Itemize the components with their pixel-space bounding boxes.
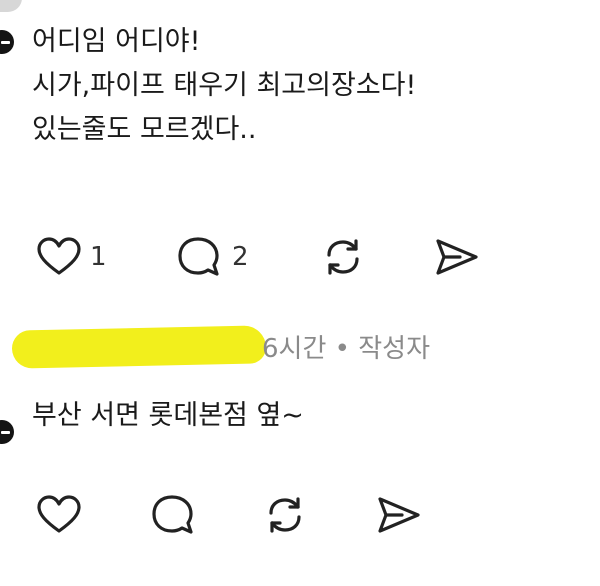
avatar[interactable]: [0, 0, 22, 12]
minus-circle-icon[interactable]: [0, 420, 14, 444]
comment-button[interactable]: 2: [176, 232, 249, 282]
repost-button[interactable]: [320, 232, 366, 282]
send-icon: [378, 497, 420, 533]
post-text-line: 어디임 어디야!: [32, 26, 201, 57]
comment-bubble-icon: [178, 237, 219, 276]
repost-button[interactable]: [262, 490, 308, 540]
reply-actions: [0, 490, 600, 540]
comment-button[interactable]: [150, 490, 198, 540]
post-text-line: 있는줄도 모르겠다..: [32, 114, 257, 145]
share-button[interactable]: [432, 232, 482, 282]
redacted-username: [11, 325, 267, 369]
share-button[interactable]: [374, 490, 424, 540]
post-body: 어디임 어디야! 시가,파이프 태우기 최고의장소다! 있는줄도 모르겠다..: [32, 20, 416, 152]
repost-icon: [269, 497, 301, 533]
like-count: 1: [90, 242, 107, 272]
reply-header: 6시간 • 작성자: [0, 322, 600, 369]
minus-circle-icon[interactable]: [0, 30, 14, 54]
post-text-line: 시가,파이프 태우기 최고의장소다!: [32, 70, 417, 101]
like-button[interactable]: 1: [36, 232, 107, 282]
like-button[interactable]: [36, 490, 82, 540]
repost-icon: [327, 239, 359, 275]
reply-count: 2: [232, 242, 249, 272]
reply-body: 부산 서면 롯데본점 옆~: [32, 394, 304, 438]
reply-meta: 6시간 • 작성자: [262, 334, 431, 364]
post-actions: 1 2: [0, 232, 600, 282]
reply-text: 부산 서면 롯데본점 옆~: [32, 400, 304, 431]
heart-icon: [37, 495, 81, 533]
comment-bubble-icon: [152, 495, 193, 534]
send-icon: [436, 239, 478, 275]
heart-icon: [37, 237, 81, 275]
